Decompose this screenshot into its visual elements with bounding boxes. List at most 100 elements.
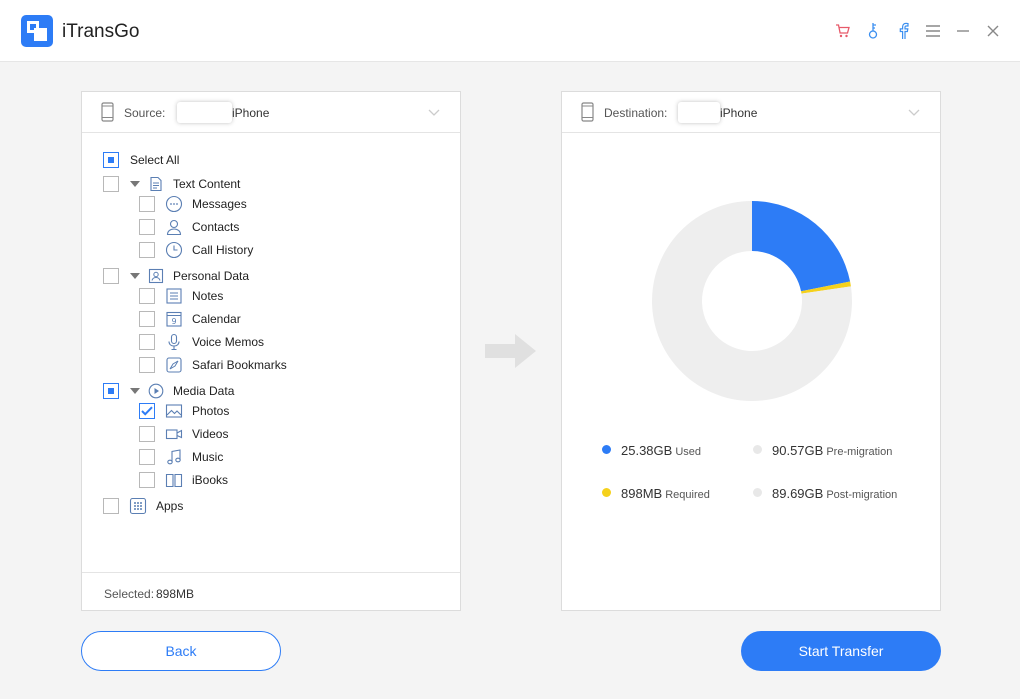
call-history-label: Call History — [192, 243, 254, 257]
source-label: Source: — [124, 106, 166, 120]
safari-bookmarks-label: Safari Bookmarks — [192, 358, 287, 372]
compass-icon — [165, 356, 183, 374]
select-all-label: Select All — [130, 153, 180, 167]
facebook-icon[interactable] — [892, 20, 914, 42]
expand-arrow-icon[interactable] — [130, 273, 140, 279]
close-icon[interactable] — [982, 20, 1004, 42]
messages-label: Messages — [192, 197, 247, 211]
chevron-down-icon[interactable] — [428, 106, 440, 120]
calendar-icon: 9 — [165, 310, 183, 328]
item-call-history[interactable]: Call History — [139, 240, 253, 260]
post-migration-value: 89.69GB — [772, 486, 824, 501]
expand-arrow-icon[interactable] — [130, 388, 140, 394]
music-label: Music — [192, 450, 224, 464]
start-transfer-button[interactable]: Start Transfer — [741, 631, 941, 671]
microphone-icon — [165, 333, 183, 351]
chevron-down-icon[interactable] — [908, 106, 920, 120]
required-value: 898MB — [621, 486, 663, 501]
selection-summary: Selected: 898MB — [82, 572, 460, 610]
contacts-icon — [165, 218, 183, 236]
storage-donut-chart — [652, 201, 852, 401]
legend-required: 898MB Required — [602, 486, 710, 501]
call-history-checkbox[interactable] — [139, 242, 155, 258]
phone-icon — [101, 102, 114, 125]
expand-arrow-icon[interactable] — [130, 181, 140, 187]
required-dot — [602, 488, 611, 497]
item-notes[interactable]: Notes — [139, 286, 223, 306]
destination-device-selector[interactable]: Destination: iPhone — [562, 92, 940, 133]
voice-memos-label: Voice Memos — [192, 335, 265, 349]
post-migration-dot — [753, 488, 762, 497]
source-panel: Source: iPhone Select All Text Content M… — [81, 91, 461, 611]
pre-migration-value: 90.57GB — [772, 443, 824, 458]
document-icon — [147, 175, 165, 193]
required-label: Required — [665, 489, 710, 501]
group-text-content[interactable]: Text Content — [103, 174, 240, 194]
group-personal-data[interactable]: Personal Data — [103, 266, 249, 286]
clock-icon — [165, 241, 183, 259]
destination-label: Destination: — [604, 106, 668, 120]
personal-data-label: Personal Data — [173, 269, 250, 283]
videos-label: Videos — [192, 427, 229, 441]
checkmark-icon — [141, 406, 153, 416]
item-videos[interactable]: Videos — [139, 424, 228, 444]
text-content-checkbox[interactable] — [103, 176, 119, 192]
app-title: iTransGo — [62, 21, 140, 42]
item-photos[interactable]: Photos — [139, 401, 229, 421]
play-icon — [147, 382, 165, 400]
text-content-label: Text Content — [173, 177, 241, 191]
media-data-checkbox[interactable] — [103, 383, 119, 399]
ibooks-label: iBooks — [192, 473, 229, 487]
messages-checkbox[interactable] — [139, 196, 155, 212]
menu-icon[interactable] — [922, 20, 944, 42]
photos-label: Photos — [192, 404, 230, 418]
book-icon — [165, 471, 183, 489]
calendar-label: Calendar — [192, 312, 241, 326]
music-note-icon — [165, 448, 183, 466]
slice-used — [752, 201, 851, 292]
item-calendar[interactable]: 9 Calendar — [139, 309, 241, 329]
videos-checkbox[interactable] — [139, 426, 155, 442]
title-bar: iTransGo — [0, 0, 1020, 62]
media-data-label: Media Data — [173, 384, 235, 398]
ibooks-checkbox[interactable] — [139, 472, 155, 488]
device-name-box — [678, 102, 720, 123]
cart-icon[interactable] — [832, 20, 854, 42]
item-safari-bookmarks[interactable]: Safari Bookmarks — [139, 355, 287, 375]
group-media-data[interactable]: Media Data — [103, 381, 234, 401]
item-contacts[interactable]: Contacts — [139, 217, 239, 237]
selected-size: 898MB — [156, 587, 195, 601]
messages-icon — [165, 195, 183, 213]
svg-text:9: 9 — [171, 317, 176, 326]
transfer-arrow-icon — [485, 333, 537, 374]
pre-migration-label: Pre-migration — [826, 446, 893, 458]
post-migration-label: Post-migration — [826, 489, 898, 501]
item-voice-memos[interactable]: Voice Memos — [139, 332, 264, 352]
apps-checkbox[interactable] — [103, 498, 119, 514]
destination-panel: Destination: iPhone 25.38GB Used 90.57GB… — [561, 91, 941, 611]
personal-data-checkbox[interactable] — [103, 268, 119, 284]
key-icon[interactable] — [862, 20, 884, 42]
select-all-row[interactable]: Select All — [103, 150, 179, 170]
used-dot — [602, 445, 611, 454]
selected-label: Selected: — [104, 587, 155, 601]
pre-migration-dot — [753, 445, 762, 454]
calendar-checkbox[interactable] — [139, 311, 155, 327]
apps-label: Apps — [156, 499, 184, 513]
select-all-checkbox[interactable] — [103, 152, 119, 168]
minimize-icon[interactable] — [952, 20, 974, 42]
contacts-checkbox[interactable] — [139, 219, 155, 235]
item-music[interactable]: Music — [139, 447, 223, 467]
item-ibooks[interactable]: iBooks — [139, 470, 228, 490]
music-checkbox[interactable] — [139, 449, 155, 465]
source-device-selector[interactable]: Source: iPhone — [82, 92, 460, 133]
notes-checkbox[interactable] — [139, 288, 155, 304]
photos-checkbox[interactable] — [139, 403, 155, 419]
item-messages[interactable]: Messages — [139, 194, 247, 214]
voice-memos-checkbox[interactable] — [139, 334, 155, 350]
back-button[interactable]: Back — [81, 631, 281, 671]
group-apps[interactable]: Apps — [103, 496, 183, 516]
contacts-label: Contacts — [192, 220, 240, 234]
safari-bookmarks-checkbox[interactable] — [139, 357, 155, 373]
window-controls — [832, 20, 1004, 42]
